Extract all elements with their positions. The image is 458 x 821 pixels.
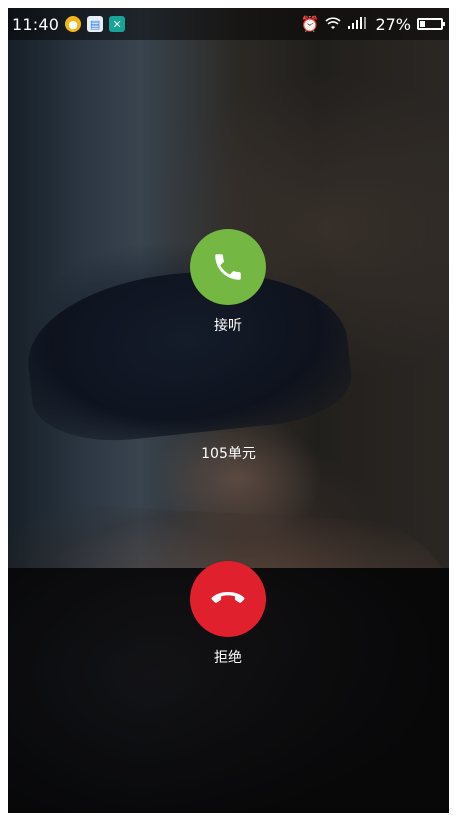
- background-dim-overlay: [8, 8, 449, 813]
- answer-button[interactable]: [190, 229, 266, 305]
- background-photo: [8, 8, 449, 813]
- status-bar: 11:40 ● ▤ ✕ ⏰ 27%: [8, 8, 449, 40]
- caller-name: 105单元: [201, 446, 256, 462]
- app-icon-document: ▤: [87, 16, 104, 32]
- decline-label: 拒绝: [214, 650, 242, 666]
- app-icon-teal: ✕: [109, 16, 126, 32]
- hang-up-icon: [211, 592, 245, 603]
- phone-icon: [215, 254, 241, 280]
- alarm-icon: ⏰: [300, 14, 320, 33]
- incoming-call-screen: 11:40 ● ▤ ✕ ⏰ 27% 接听 105单元 拒绝: [8, 8, 449, 813]
- signal-icon: [347, 16, 369, 33]
- app-icon-yellow: ●: [65, 16, 82, 32]
- battery-percent: 27%: [375, 14, 411, 34]
- status-time: 11:40: [12, 14, 60, 34]
- battery-icon: [417, 18, 445, 30]
- decline-button[interactable]: [190, 561, 266, 637]
- status-bar-left: 11:40 ● ▤ ✕: [12, 14, 126, 34]
- decline-call: 拒绝: [190, 561, 266, 667]
- answer-label: 接听: [214, 318, 242, 334]
- wifi-icon: [325, 16, 341, 33]
- answer-call: 接听: [190, 229, 266, 335]
- status-bar-right: ⏰ 27%: [300, 14, 445, 34]
